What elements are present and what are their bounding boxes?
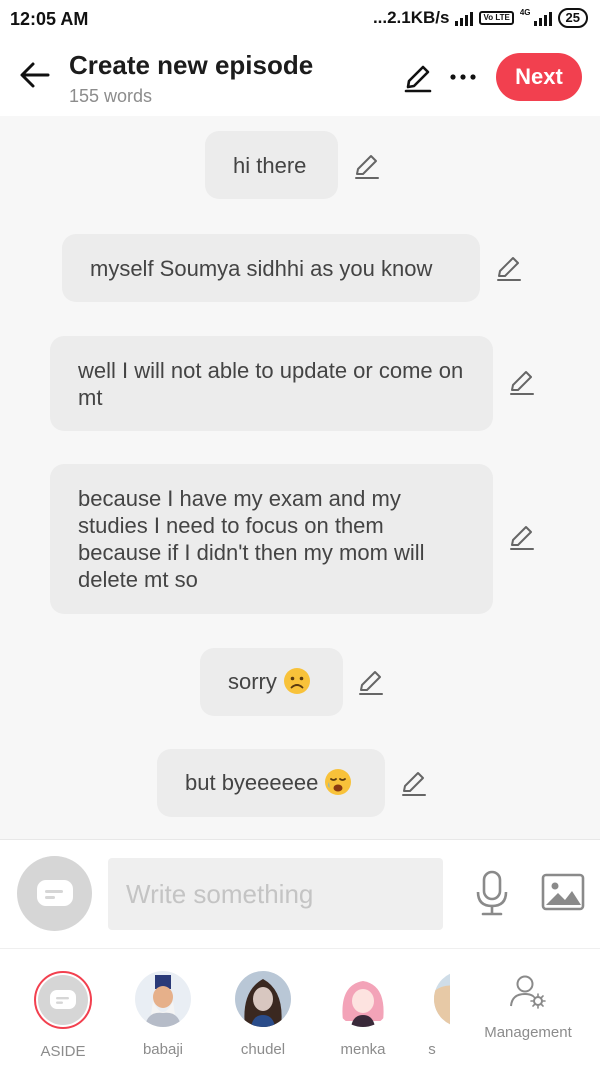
message-bubble[interactable]: sorry [200, 648, 343, 716]
character-aside[interactable]: ASIDE [23, 971, 103, 1060]
image-icon[interactable] [541, 872, 585, 912]
next-button[interactable]: Next [496, 53, 582, 101]
character-label: babaji [142, 1041, 184, 1058]
character-menka[interactable]: menka [323, 971, 403, 1058]
edit-message-icon[interactable] [399, 769, 429, 799]
character-label: s [428, 1041, 436, 1058]
message-input[interactable] [108, 858, 443, 930]
status-time: 12:05 AM [10, 9, 89, 29]
net-type: 4G [519, 7, 531, 17]
character-bar: ASIDE babaji chudel menka s Management [0, 948, 600, 1067]
management-button[interactable]: Management [478, 973, 578, 1041]
network-speed: ...2.1KB/s [372, 8, 450, 27]
message-text: myself Soumya sidhhi as you know [90, 256, 433, 281]
back-arrow-icon[interactable] [18, 58, 52, 92]
aside-avatar [34, 971, 92, 1029]
narrator-avatar-button[interactable] [17, 856, 92, 931]
page-title: Create new episode [69, 50, 314, 80]
character-chudel[interactable]: chudel [223, 971, 303, 1058]
character-label: ASIDE [40, 1043, 86, 1060]
avatar [335, 971, 391, 1027]
app-header: Create new episode 155 words Next [0, 40, 600, 116]
message-bubble[interactable]: myself Soumya sidhhi as you know [62, 234, 480, 302]
sad-face-emoji [283, 668, 310, 695]
manage-characters-icon [510, 975, 546, 1009]
edit-message-icon[interactable] [494, 254, 524, 284]
character-label: chudel [240, 1041, 286, 1058]
battery-icon: 25 [557, 8, 588, 28]
status-bar: 12:05 AM ...2.1KB/s Vo LTE 4G 25 [0, 0, 600, 40]
message-text: because I have my exam and my studies I … [78, 486, 425, 592]
microphone-icon[interactable] [474, 870, 510, 916]
edit-message-icon[interactable] [507, 368, 537, 398]
more-options-icon[interactable] [448, 62, 478, 92]
message-bubble[interactable]: but byeeeeee [157, 749, 385, 817]
composer-bar [0, 839, 600, 948]
message-text: but byeeeeee [185, 769, 385, 798]
edit-message-icon[interactable] [507, 523, 537, 553]
message-text: well I will not able to update or come o… [78, 358, 464, 410]
message-bubble[interactable]: because I have my exam and my studies I … [50, 464, 493, 614]
aside-chat-icon [50, 990, 76, 1009]
management-label: Management [484, 1024, 572, 1041]
message-bubble[interactable]: hi there [205, 131, 338, 199]
aside-chat-icon [36, 879, 73, 906]
message-text: sorry [228, 668, 343, 697]
status-icons: ...2.1KB/s Vo LTE 4G 25 [373, 8, 588, 28]
message-bubble[interactable]: well I will not able to update or come o… [50, 336, 493, 431]
crying-face-emoji [325, 769, 352, 796]
avatar [434, 971, 450, 1027]
message-text: hi there [233, 153, 307, 178]
edit-message-icon[interactable] [352, 152, 382, 182]
edit-message-icon[interactable] [356, 668, 386, 698]
signal-icon-2 [533, 10, 552, 26]
character-label: menka [340, 1041, 386, 1058]
character-babaji[interactable]: babaji [123, 971, 203, 1058]
edit-pencil-icon[interactable] [402, 62, 434, 94]
avatar [135, 971, 191, 1027]
signal-icon [455, 10, 474, 26]
avatar [235, 971, 291, 1027]
episode-chat-area: hi there myself Soumya sidhhi as you kno… [0, 116, 600, 839]
word-count: 155 words [69, 86, 153, 106]
volte-icon: Vo LTE [479, 11, 514, 25]
character-partial[interactable]: s [410, 971, 450, 1058]
